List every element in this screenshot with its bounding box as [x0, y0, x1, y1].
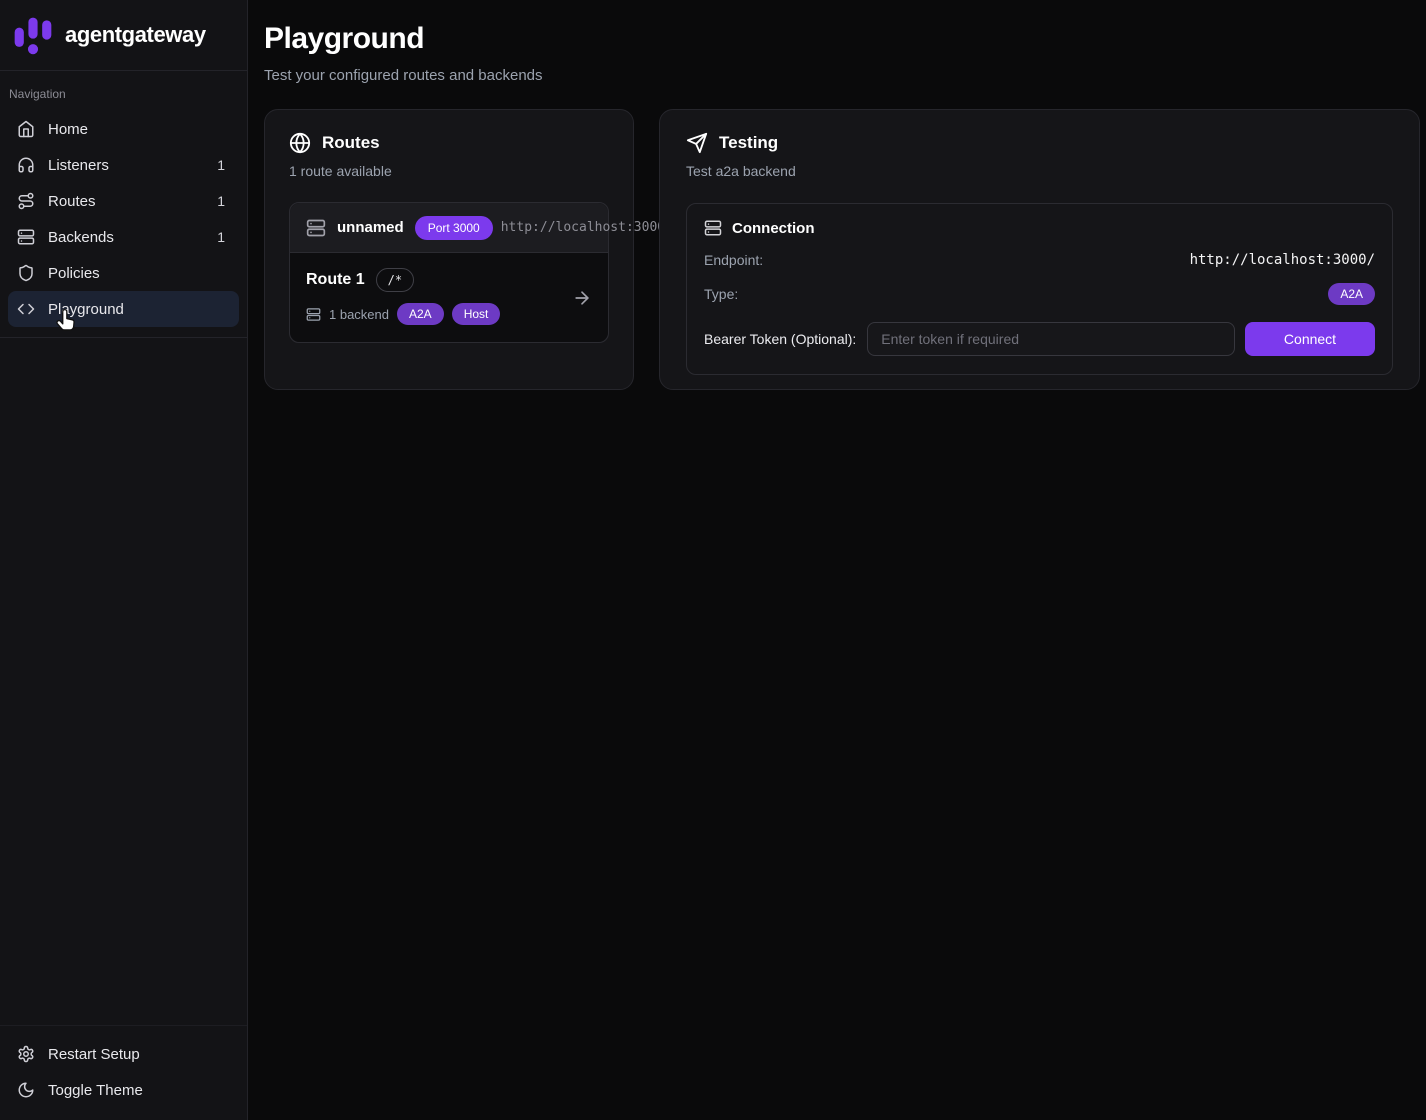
send-icon — [686, 132, 708, 154]
connect-button[interactable]: Connect — [1245, 322, 1375, 356]
route-list-item[interactable]: Route 1 /* 1 backend A2A Host — [290, 253, 608, 342]
main-content: Playground Test your configured routes a… — [248, 0, 1426, 1120]
testing-card-title: Testing — [719, 133, 778, 153]
server-icon — [704, 219, 722, 237]
page-subtitle: Test your configured routes and backends — [264, 67, 1420, 84]
route-icon — [17, 192, 35, 210]
sidebar-item-policies[interactable]: Policies — [8, 255, 239, 291]
page-title: Playground — [264, 22, 1420, 56]
sidebar: agentgateway Navigation Home Listeners 1… — [0, 0, 248, 1120]
sidebar-item-routes[interactable]: Routes 1 — [8, 183, 239, 219]
shield-icon — [17, 264, 35, 282]
code-icon — [17, 300, 35, 318]
connection-title: Connection — [732, 220, 815, 237]
gear-icon — [17, 1045, 35, 1063]
sidebar-item-backends[interactable]: Backends 1 — [8, 219, 239, 255]
listener-name: unnamed — [337, 219, 404, 236]
sidebar-item-label: Listeners — [48, 157, 109, 174]
toggle-theme-label: Toggle Theme — [48, 1082, 143, 1099]
testing-card-header: Testing — [686, 132, 1393, 154]
bearer-token-input[interactable] — [867, 322, 1235, 356]
arrow-right-icon — [572, 288, 592, 308]
route-name: Route 1 — [306, 271, 365, 289]
port-badge: Port 3000 — [415, 216, 493, 240]
routes-count-badge: 1 — [217, 193, 230, 209]
globe-icon — [289, 132, 311, 154]
sidebar-item-label: Backends — [48, 229, 114, 246]
type-label: Type: — [704, 286, 738, 302]
routes-card-header: Routes — [289, 132, 609, 154]
testing-card: Testing Test a2a backend Connection Endp… — [659, 109, 1420, 390]
sidebar-item-listeners[interactable]: Listeners 1 — [8, 147, 239, 183]
route-badge-host: Host — [452, 303, 501, 325]
route-title-row: Route 1 /* — [306, 268, 592, 292]
sidebar-footer: Restart Setup Toggle Theme — [0, 1025, 247, 1120]
route-backend-count: 1 backend — [329, 307, 389, 322]
routes-card: Routes 1 route available unnamed Port 30… — [264, 109, 634, 390]
brand-header: agentgateway — [0, 0, 247, 71]
moon-icon — [17, 1081, 35, 1099]
cards-row: Routes 1 route available unnamed Port 30… — [264, 109, 1420, 390]
route-path-badge: /* — [376, 268, 414, 292]
listener-url: http://localhost:3000/ — [501, 220, 673, 235]
listener-header: unnamed Port 3000 http://localhost:3000/ — [290, 203, 608, 253]
listeners-count-badge: 1 — [217, 157, 230, 173]
sidebar-item-label: Home — [48, 121, 88, 138]
restart-setup-button[interactable]: Restart Setup — [8, 1036, 239, 1072]
listener-group: unnamed Port 3000 http://localhost:3000/… — [289, 202, 609, 343]
home-icon — [17, 120, 35, 138]
routes-card-subtitle: 1 route available — [289, 163, 609, 179]
routes-card-title: Routes — [322, 133, 380, 153]
agentgateway-logo-icon — [11, 13, 55, 57]
type-badge: A2A — [1328, 283, 1375, 305]
route-badge-a2a: A2A — [397, 303, 444, 325]
testing-card-subtitle: Test a2a backend — [686, 163, 1393, 179]
sidebar-item-label: Policies — [48, 265, 100, 282]
headphones-icon — [17, 156, 35, 174]
sidebar-item-home[interactable]: Home — [8, 111, 239, 147]
toggle-theme-button[interactable]: Toggle Theme — [8, 1072, 239, 1108]
nav-section: Navigation Home Listeners 1 Routes 1 — [0, 71, 247, 338]
backends-count-badge: 1 — [217, 229, 230, 245]
nav-section-label: Navigation — [8, 77, 239, 111]
server-icon — [306, 218, 326, 238]
type-row: Type: A2A — [704, 283, 1375, 305]
sidebar-item-label: Routes — [48, 193, 96, 210]
connection-panel: Connection Endpoint: http://localhost:30… — [686, 203, 1393, 375]
bearer-token-label: Bearer Token (Optional): — [704, 331, 856, 347]
server-icon — [306, 307, 321, 322]
sidebar-item-label: Playground — [48, 301, 124, 318]
route-meta: 1 backend A2A Host — [306, 303, 592, 325]
bearer-token-row: Bearer Token (Optional): Connect — [704, 322, 1375, 356]
restart-setup-label: Restart Setup — [48, 1046, 140, 1063]
brand-name: agentgateway — [65, 22, 206, 48]
sidebar-item-playground[interactable]: Playground — [8, 291, 239, 327]
endpoint-label: Endpoint: — [704, 252, 763, 268]
endpoint-row: Endpoint: http://localhost:3000/ — [704, 252, 1375, 268]
connection-header: Connection — [704, 219, 1375, 237]
server-icon — [17, 228, 35, 246]
endpoint-value: http://localhost:3000/ — [1190, 252, 1375, 268]
